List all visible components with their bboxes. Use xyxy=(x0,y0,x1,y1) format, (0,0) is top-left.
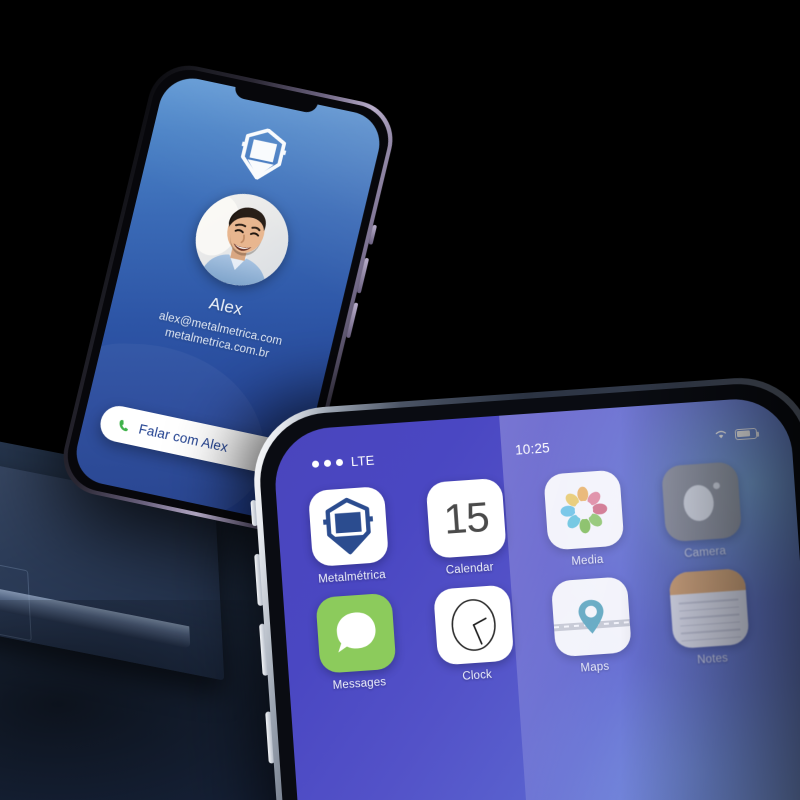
signal-dot xyxy=(323,459,332,467)
camera-icon xyxy=(683,482,720,521)
app-tile xyxy=(668,567,750,650)
notes-ruled-lines xyxy=(678,598,742,647)
phone2-frame: LTE 10:25 Metalmétrica 15 Calendar Media… xyxy=(249,373,800,800)
app-tile xyxy=(315,592,397,674)
status-bar-time: 10:25 xyxy=(514,439,551,458)
app-icon-clock[interactable]: Clock xyxy=(423,584,525,685)
app-label: Camera xyxy=(683,545,727,561)
signal-dot xyxy=(335,458,344,466)
app-tile: 15 xyxy=(425,477,507,559)
message-bubble-icon xyxy=(336,612,376,653)
app-icon-calendar[interactable]: 15 Calendar xyxy=(416,477,518,578)
app-icon-notes[interactable]: Notes xyxy=(659,567,761,668)
wifi-icon xyxy=(713,426,728,445)
phone-home-screen: LTE 10:25 Metalmétrica 15 Calendar Media… xyxy=(249,373,800,800)
app-label: Calendar xyxy=(445,561,495,577)
signal-strength-indicator: LTE xyxy=(311,452,375,471)
status-bar-right xyxy=(713,424,758,445)
clock-icon xyxy=(451,599,496,651)
signal-dot xyxy=(311,459,320,468)
app-label: Clock xyxy=(462,668,493,683)
app-label: Maps xyxy=(580,660,610,675)
app-label: Messages xyxy=(332,676,387,692)
app-tile xyxy=(307,485,390,568)
app-label: Media xyxy=(571,553,604,569)
app-tile xyxy=(550,576,632,658)
phone2-screen: LTE 10:25 Metalmétrica 15 Calendar Media… xyxy=(271,395,800,800)
app-tile xyxy=(433,584,515,666)
photos-flower-icon xyxy=(560,486,608,534)
map-pin-icon xyxy=(578,599,604,634)
phone2-bezel: LTE 10:25 Metalmétrica 15 Calendar Media… xyxy=(255,379,800,800)
app-tile xyxy=(543,469,625,551)
metalmetrica-logo-icon xyxy=(234,124,291,184)
notes-icon xyxy=(668,567,746,596)
contact-name: Alex xyxy=(207,293,245,320)
app-icon-messages[interactable]: Messages xyxy=(305,592,407,693)
battery-icon xyxy=(734,427,758,440)
app-icon-maps[interactable]: Maps xyxy=(541,576,643,677)
app-label: Notes xyxy=(696,652,729,667)
network-label: LTE xyxy=(350,452,376,469)
phone-icon xyxy=(116,417,132,432)
app-icon-camera[interactable]: Camera xyxy=(651,461,753,562)
metalmetrica-logo-icon xyxy=(323,497,374,555)
app-tile xyxy=(661,461,743,543)
app-label: Metalmétrica xyxy=(317,569,387,586)
call-alex-label: Falar com Alex xyxy=(137,421,230,455)
app-icon-media[interactable]: Media xyxy=(533,469,635,570)
app-grid: Metalmétrica 15 Calendar Media Camera Me… xyxy=(298,457,800,705)
app-icon-metalmetrica[interactable]: Metalmétrica xyxy=(298,485,400,586)
scene-root: Alex alex@metalmetrica.com metalmetrica.… xyxy=(0,0,800,800)
avatar xyxy=(186,185,298,294)
calendar-icon: 15 xyxy=(442,492,491,543)
